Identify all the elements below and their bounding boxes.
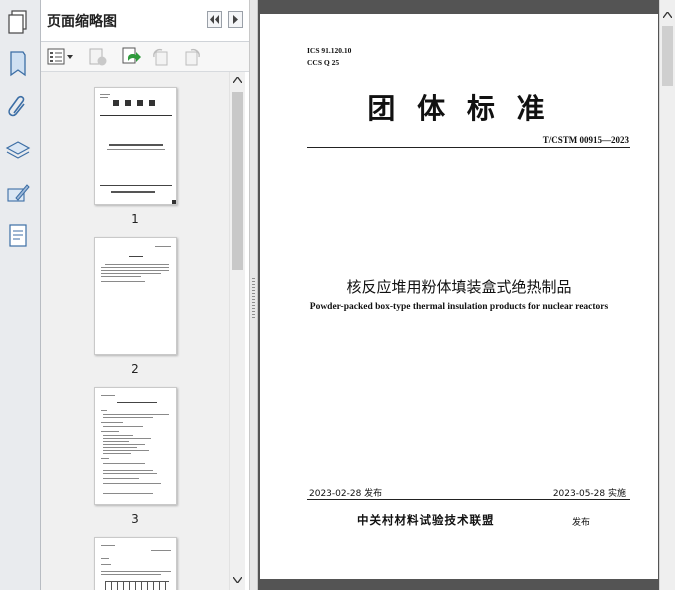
publisher-name: 中关村材料试验技术联盟 — [357, 513, 495, 527]
header-rule — [307, 147, 630, 148]
publish-date: 2023-02-28 发布 — [309, 489, 383, 499]
thumbnail-scrollbar[interactable] — [229, 72, 245, 590]
page-thumbnail[interactable] — [94, 237, 177, 355]
scroll-down-icon[interactable] — [233, 577, 242, 583]
panel-title: 页面缩略图 — [47, 14, 117, 30]
collapse-left-icon[interactable] — [207, 11, 222, 28]
page-thumbnail[interactable] — [94, 87, 177, 205]
document-scroll-thumb[interactable] — [662, 26, 673, 86]
insert-page-icon[interactable] — [120, 47, 142, 67]
implement-date: 2023-05-28 实施 — [552, 489, 626, 499]
options-menu-icon[interactable] — [47, 47, 75, 67]
page-number-label: 3 — [131, 512, 139, 526]
page-number-label: 1 — [131, 212, 139, 226]
ccs-code: CCS Q 25 — [307, 58, 340, 67]
document-properties-icon[interactable] — [5, 222, 31, 250]
page-thumbnails-panel: 页面缩略图 1 2 3 — [41, 0, 249, 590]
left-tool-strip — [0, 0, 41, 590]
delete-page-icon — [87, 47, 109, 67]
page-thumbnail[interactable] — [94, 537, 177, 590]
footer-rule — [307, 499, 630, 500]
scroll-up-icon[interactable] — [233, 77, 242, 83]
panel-toolbar — [41, 42, 249, 72]
standard-title-chinese: 核反应堆用粉体填装盒式绝热制品 — [346, 278, 572, 296]
layers-icon[interactable] — [5, 136, 31, 164]
rotate-left-icon — [150, 47, 172, 67]
standard-code: T/CSTM 00915—2023 — [542, 135, 629, 145]
attachment-icon[interactable] — [5, 93, 31, 121]
standard-title-english: Powder-packed box-type thermal insulatio… — [309, 302, 609, 312]
panel-header: 页面缩略图 — [41, 0, 249, 42]
document-scrollbar[interactable] — [659, 0, 675, 590]
collapse-right-icon[interactable] — [228, 11, 243, 28]
pages-panel-icon[interactable] — [5, 8, 31, 36]
rotate-right-icon — [181, 47, 203, 67]
signature-icon[interactable] — [5, 180, 31, 208]
page-thumbnail[interactable] — [94, 387, 177, 505]
publish-label: 发布 — [572, 518, 591, 528]
scroll-up-icon[interactable] — [663, 12, 672, 18]
page-number-label: 2 — [131, 362, 139, 376]
document-page: ICS 91.120.10 CCS Q 25 团 体 标 准 T/CSTM 00… — [260, 14, 658, 579]
standard-type-title: 团 体 标 准 — [367, 92, 551, 125]
ics-code: ICS 91.120.10 — [307, 46, 352, 55]
panel-splitter[interactable] — [249, 0, 258, 590]
thumbnail-scroll-thumb[interactable] — [232, 92, 243, 270]
bookmark-icon[interactable] — [5, 50, 31, 78]
thumbnail-list: 1 2 3 — [41, 72, 229, 590]
